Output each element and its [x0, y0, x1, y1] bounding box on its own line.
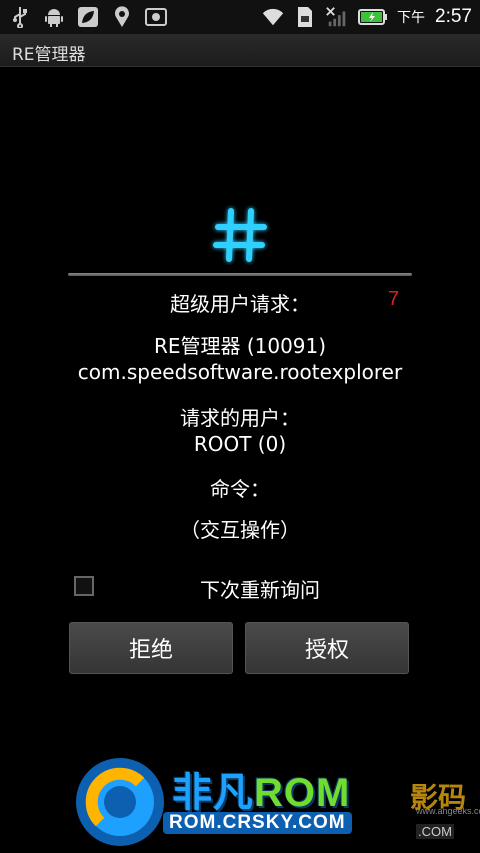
app-title: RE管理器	[12, 45, 86, 65]
watermark-right-small: www.angeeks.com	[416, 806, 480, 816]
leaf-icon	[76, 5, 100, 29]
status-ampm: 下午	[397, 10, 426, 26]
requesting-app-name: RE管理器 (10091)	[153, 334, 327, 358]
screenshot-icon	[144, 5, 168, 29]
signal-icon	[325, 5, 349, 29]
requested-user-value: ROOT (0)	[193, 432, 287, 456]
usb-icon	[8, 5, 32, 29]
watermark-url: ROM.CRSKY.COM	[163, 812, 352, 834]
requested-user-label: 请求的用户：	[180, 406, 300, 430]
allow-button[interactable]: 授权	[245, 622, 409, 674]
title-bar: RE管理器	[0, 34, 480, 67]
command-label: 命令：	[210, 477, 270, 501]
wifi-icon	[261, 5, 285, 29]
sim-icon	[293, 5, 317, 29]
request-heading: 超级用户请求：	[170, 292, 310, 316]
countdown-timer: 7	[388, 288, 400, 310]
ask-again-label[interactable]: 下次重新询问	[200, 574, 320, 603]
watermark-right-small2: .COM	[416, 824, 454, 839]
command-value: （交互操作）	[180, 518, 300, 542]
ask-again-checkbox[interactable]	[74, 576, 94, 596]
location-icon	[110, 5, 134, 29]
status-time: 2:57	[435, 6, 472, 27]
deny-button[interactable]: 拒绝	[69, 622, 233, 674]
android-icon	[42, 5, 66, 29]
status-bar: 下午 2:57	[0, 0, 480, 34]
watermark-logo	[70, 752, 170, 852]
battery-icon	[357, 5, 389, 29]
requesting-app-package: com.speedsoftware.rootexplorer	[77, 360, 403, 384]
dialog-divider	[68, 273, 412, 276]
superuser-hash-icon	[210, 205, 270, 265]
watermark-brand: 非凡ROM	[172, 771, 351, 815]
